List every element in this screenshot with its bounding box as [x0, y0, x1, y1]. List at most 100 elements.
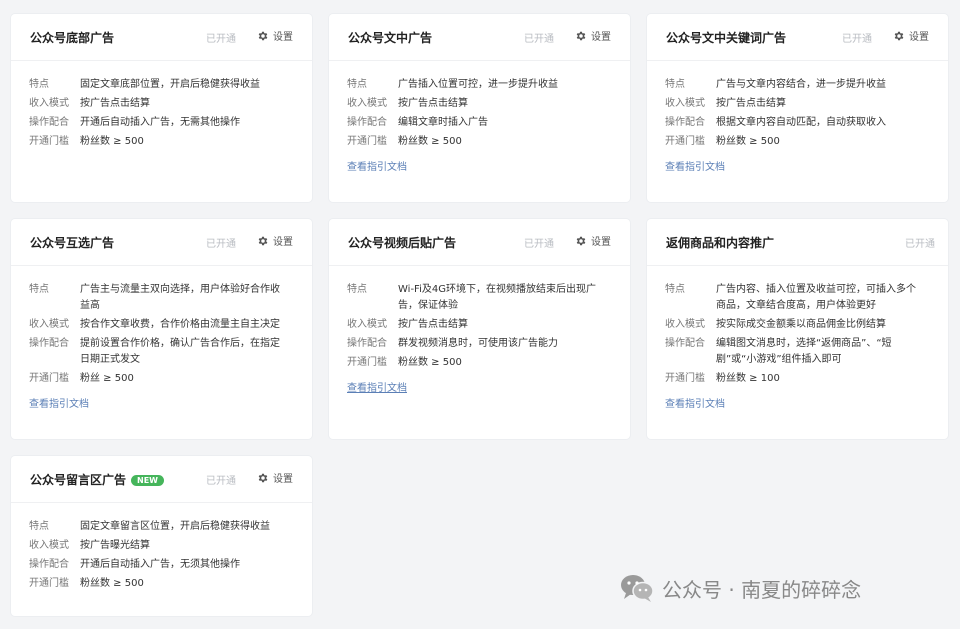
- threshold-value: 粉丝数 ≥ 100: [716, 373, 780, 384]
- income-label: 收入模式: [29, 540, 69, 551]
- card-title: 公众号底部广告: [30, 31, 115, 45]
- income-value: 按广告曝光结算: [80, 540, 150, 551]
- card-title-text: 公众号留言区广告: [30, 473, 127, 487]
- income-label: 收入模式: [29, 319, 69, 330]
- feature-row: 特点 广告插入位置可控，进一步提升收益: [347, 77, 612, 93]
- threshold-row: 开通门槛 粉丝数 ≥ 500: [347, 355, 612, 371]
- threshold-row: 开通门槛 粉丝数 ≥ 500: [29, 576, 294, 592]
- operation-value: 开通后自动插入广告，无须其他操作: [80, 559, 240, 570]
- operation-value: 提前设置合作价格，确认广告合作后，在指定日期正式发文: [80, 338, 280, 365]
- guide-doc-link[interactable]: 查看指引文档: [29, 395, 89, 410]
- card-title: 公众号留言区广告 NEW: [30, 471, 164, 488]
- income-value: 按广告点击结算: [398, 98, 468, 109]
- operation-row: 操作配合 开通后自动插入广告，无须其他操作: [29, 557, 294, 573]
- income-value: 按广告点击结算: [716, 98, 786, 109]
- ad-card-comment-area: 公众号留言区广告 NEW 已开通 设置 特点 固定文章留言区位置，开启后稳健获得收益…: [11, 456, 312, 616]
- income-label: 收入模式: [347, 98, 387, 109]
- ad-card-keyword: 公众号文中关键词广告 已开通 设置 特点 广告与文章内容结合，进一步提升收益 收入…: [647, 14, 948, 202]
- feature-value: 固定文章留言区位置，开启后稳健获得收益: [80, 521, 270, 532]
- income-label: 收入模式: [665, 98, 705, 109]
- card-header: 公众号文中广告 已开通 设置: [329, 14, 630, 61]
- feature-value: 固定文章底部位置，开启后稳健获得收益: [80, 79, 260, 90]
- settings-label: 设置: [591, 237, 611, 248]
- threshold-value: 粉丝数 ≥ 500: [716, 136, 780, 147]
- threshold-value: 粉丝数 ≥ 500: [80, 136, 144, 147]
- ad-card-video-post-roll: 公众号视频后贴广告 已开通 设置 特点 Wi-Fi及4G环境下，在视频播放结束后出…: [329, 219, 630, 439]
- operation-row: 操作配合 编辑文章时插入广告: [347, 115, 612, 131]
- income-value: 按实际成交金额乘以商品佣金比例结算: [716, 319, 886, 330]
- income-row: 收入模式 按实际成交金额乘以商品佣金比例结算: [665, 317, 930, 333]
- feature-label: 特点: [665, 284, 685, 295]
- threshold-label: 开通门槛: [29, 578, 69, 589]
- card-title: 公众号文中关键词广告: [666, 31, 787, 45]
- status-label: 已开通: [524, 239, 554, 250]
- threshold-row: 开通门槛 粉丝数 ≥ 100: [665, 371, 930, 387]
- feature-row: 特点 固定文章留言区位置，开启后稳健获得收益: [29, 519, 294, 535]
- card-title: 公众号互选广告: [30, 236, 115, 250]
- gear-icon: [894, 31, 904, 40]
- threshold-value: 粉丝数 ≥ 500: [80, 578, 144, 589]
- ad-card-in-article: 公众号文中广告 已开通 设置 特点 广告插入位置可控，进一步提升收益 收入模式 按广…: [329, 14, 630, 202]
- operation-row: 操作配合 编辑图文消息时，选择“返佣商品”、“短剧”或“小游戏”组件插入即可: [665, 336, 930, 368]
- settings-button[interactable]: 设置: [575, 233, 611, 248]
- threshold-label: 开通门槛: [665, 136, 705, 147]
- operation-value: 根据文章内容自动匹配，自动获取收入: [716, 117, 886, 128]
- threshold-label: 开通门槛: [347, 357, 387, 368]
- settings-button[interactable]: 设置: [257, 470, 293, 485]
- income-row: 收入模式 按广告点击结算: [29, 96, 294, 112]
- status-label: 已开通: [206, 476, 236, 487]
- card-header: 公众号视频后贴广告 已开通 设置: [329, 219, 630, 266]
- gear-icon: [576, 236, 586, 245]
- watermark-text: 公众号 · 南夏的碎碎念: [662, 577, 862, 602]
- feature-row: 特点 广告与文章内容结合，进一步提升收益: [665, 77, 930, 93]
- feature-label: 特点: [347, 284, 367, 295]
- threshold-label: 开通门槛: [347, 136, 387, 147]
- income-row: 收入模式 按合作文章收费，合作价格由流量主自主决定: [29, 317, 294, 333]
- guide-doc-link[interactable]: 查看指引文档: [665, 158, 725, 173]
- feature-label: 特点: [347, 79, 367, 90]
- income-value: 按广告点击结算: [398, 319, 468, 330]
- guide-doc-link[interactable]: 查看指引文档: [347, 379, 407, 394]
- settings-button[interactable]: 设置: [257, 233, 293, 248]
- income-value: 按合作文章收费，合作价格由流量主自主决定: [80, 319, 280, 330]
- operation-label: 操作配合: [347, 117, 387, 128]
- income-label: 收入模式: [665, 319, 705, 330]
- feature-row: 特点 Wi-Fi及4G环境下，在视频播放结束后出现广告，保证体验: [347, 282, 612, 314]
- gear-icon: [258, 236, 268, 245]
- ad-card-mutual-select: 公众号互选广告 已开通 设置 特点 广告主与流量主双向选择，用户体验好合作收益高 …: [11, 219, 312, 439]
- operation-row: 操作配合 群发视频消息时，可使用该广告能力: [347, 336, 612, 352]
- operation-label: 操作配合: [29, 117, 69, 128]
- card-header: 公众号留言区广告 NEW 已开通 设置: [11, 456, 312, 503]
- settings-button[interactable]: 设置: [575, 28, 611, 43]
- income-label: 收入模式: [347, 319, 387, 330]
- settings-label: 设置: [273, 237, 293, 248]
- status-label: 已开通: [206, 34, 236, 45]
- guide-doc-link[interactable]: 查看指引文档: [665, 395, 725, 410]
- card-title: 公众号视频后贴广告: [348, 236, 457, 250]
- feature-row: 特点 广告主与流量主双向选择，用户体验好合作收益高: [29, 282, 294, 314]
- settings-button[interactable]: 设置: [893, 28, 929, 43]
- threshold-label: 开通门槛: [29, 136, 69, 147]
- income-row: 收入模式 按广告点击结算: [347, 317, 612, 333]
- threshold-value: 粉丝数 ≥ 500: [398, 357, 462, 368]
- operation-value: 群发视频消息时，可使用该广告能力: [398, 338, 558, 349]
- status-label: 已开通: [206, 239, 236, 250]
- settings-button[interactable]: 设置: [257, 28, 293, 43]
- card-title: 公众号文中广告: [348, 31, 433, 45]
- gear-icon: [258, 473, 268, 482]
- income-value: 按广告点击结算: [80, 98, 150, 109]
- guide-doc-link[interactable]: 查看指引文档: [347, 158, 407, 173]
- operation-label: 操作配合: [665, 338, 705, 349]
- operation-row: 操作配合 根据文章内容自动匹配，自动获取收入: [665, 115, 930, 131]
- threshold-row: 开通门槛 粉丝 ≥ 500: [29, 371, 294, 387]
- feature-row: 特点 固定文章底部位置，开启后稳健获得收益: [29, 77, 294, 93]
- settings-label: 设置: [909, 32, 929, 43]
- operation-value: 编辑图文消息时，选择“返佣商品”、“短剧”或“小游戏”组件插入即可: [716, 338, 892, 365]
- feature-row: 特点 广告内容、插入位置及收益可控，可插入多个商品，文章结合度高，用户体验更好: [665, 282, 930, 314]
- card-title: 返佣商品和内容推广: [666, 236, 775, 250]
- threshold-row: 开通门槛 粉丝数 ≥ 500: [665, 134, 930, 150]
- income-row: 收入模式 按广告曝光结算: [29, 538, 294, 554]
- feature-value: 广告内容、插入位置及收益可控，可插入多个商品，文章结合度高，用户体验更好: [716, 284, 916, 311]
- card-header: 返佣商品和内容推广 已开通: [647, 219, 948, 266]
- settings-label: 设置: [273, 474, 293, 485]
